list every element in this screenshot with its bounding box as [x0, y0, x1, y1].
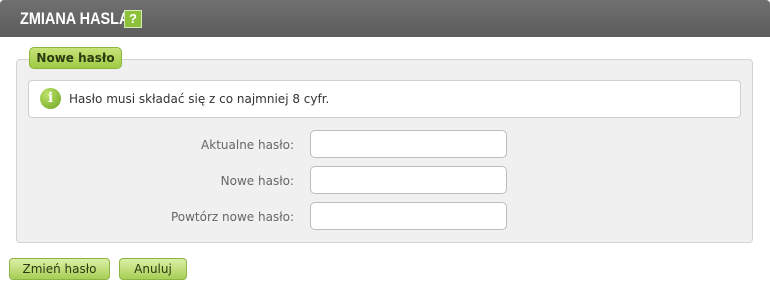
current-password-label: Aktualne hasło: — [201, 138, 294, 152]
help-icon[interactable]: ? — [124, 10, 142, 28]
repeat-password-label: Powtórz nowe hasło: — [170, 210, 294, 224]
info-text: Hasło musi składać się z co najmniej 8 c… — [69, 92, 330, 106]
info-message: i Hasło musi składać się z co najmniej 8… — [28, 80, 741, 118]
change-password-button[interactable]: Zmień hasło — [9, 258, 110, 280]
repeat-password-input[interactable] — [310, 202, 507, 230]
page-header: ZMIANA HASLA ? — [0, 0, 770, 37]
info-icon: i — [40, 88, 61, 109]
new-password-label: Nowe hasło: — [220, 174, 294, 188]
cancel-button[interactable]: Anuluj — [119, 258, 187, 280]
page-title: ZMIANA HASLA — [20, 9, 130, 28]
current-password-input[interactable] — [310, 130, 507, 158]
section-legend: Nowe hasło — [29, 47, 122, 69]
new-password-input[interactable] — [310, 166, 507, 194]
